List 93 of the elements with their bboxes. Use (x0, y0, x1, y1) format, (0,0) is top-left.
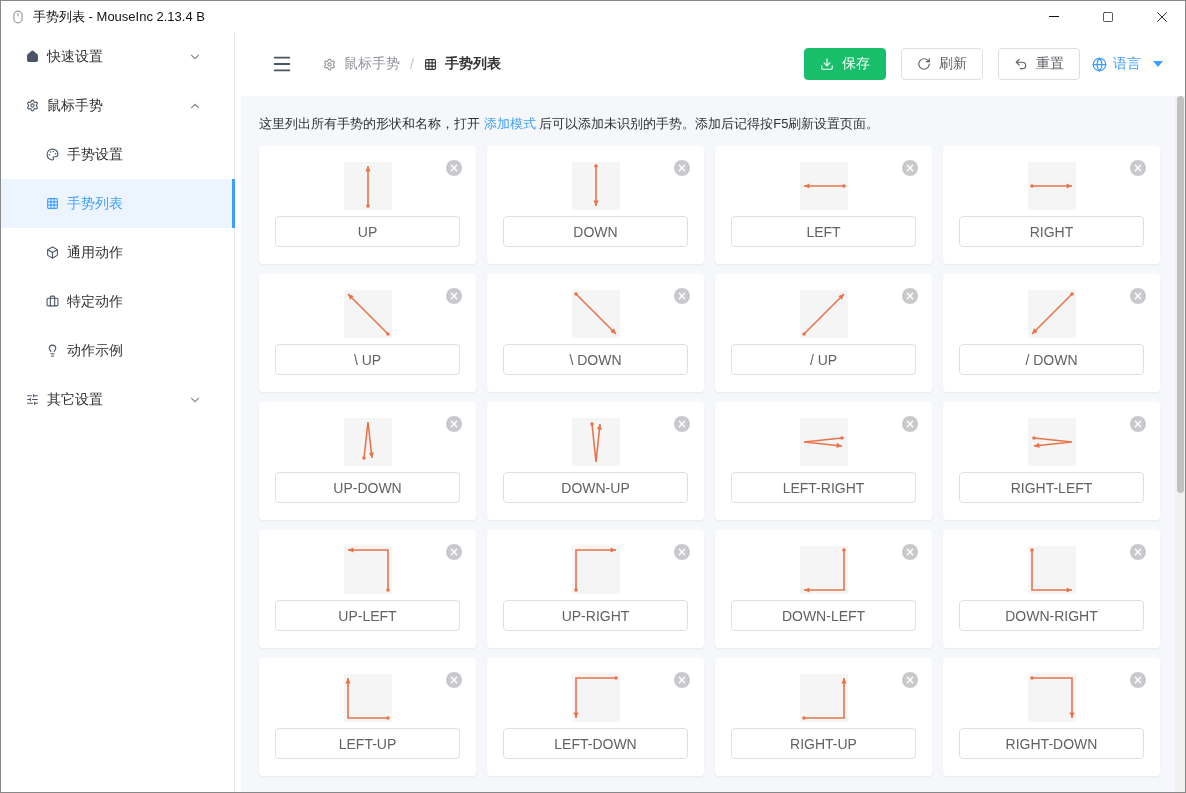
close-icon[interactable] (674, 160, 690, 176)
sidebar-item[interactable]: 手势设置 (1, 130, 235, 179)
sidebar-item[interactable]: 动作示例 (1, 326, 235, 375)
download-icon (820, 57, 834, 71)
briefcase-icon (46, 295, 59, 308)
gesture-name-field[interactable]: LEFT-UP (275, 728, 460, 759)
gesture-drawing (571, 162, 620, 210)
gesture-name-field[interactable]: DOWN-LEFT (731, 600, 916, 631)
toolbar-button[interactable]: 重置 (998, 48, 1080, 80)
sidebar-item[interactable]: 特定动作 (1, 277, 235, 326)
gesture-drawing (799, 674, 848, 722)
gesture-drawing (1027, 546, 1076, 594)
gesture-name-field[interactable]: UP (275, 216, 460, 247)
gesture-name-field[interactable]: / UP (731, 344, 916, 375)
gesture-drawing (343, 546, 392, 594)
close-icon[interactable] (1130, 544, 1146, 560)
gesture-name-field[interactable]: LEFT-DOWN (503, 728, 688, 759)
gesture-name-field[interactable]: / DOWN (959, 344, 1144, 375)
palette-icon (46, 148, 59, 161)
home-icon (26, 50, 39, 63)
notice-text: 这里列出所有手势的形状和名称，打开 添加模式 后可以添加未识别的手势。添加后记得按F5刷新设置页面。 (259, 115, 881, 133)
close-icon[interactable] (446, 288, 462, 304)
gesture-drawing (799, 290, 848, 338)
gesture-drawing (1027, 162, 1076, 210)
close-icon[interactable] (902, 544, 918, 560)
gesture-name-field[interactable]: UP-DOWN (275, 472, 460, 503)
gesture-name-field[interactable]: LEFT (731, 216, 916, 247)
close-icon[interactable] (902, 160, 918, 176)
grid-icon (423, 57, 437, 71)
close-icon[interactable] (1130, 672, 1146, 688)
globe-icon (1092, 56, 1107, 72)
close-icon[interactable] (902, 672, 918, 688)
gesture-drawing (1027, 674, 1076, 722)
gesture-drawing (1027, 418, 1076, 466)
gesture-drawing (343, 162, 392, 210)
sidebar-item[interactable]: 其它设置 (1, 375, 235, 424)
mouse-icon (11, 9, 25, 24)
gesture-name-field[interactable]: \ DOWN (503, 344, 688, 375)
gesture-name-field[interactable]: RIGHT-DOWN (959, 728, 1144, 759)
gesture-name-field[interactable]: DOWN-RIGHT (959, 600, 1144, 631)
settings-icon (323, 57, 336, 71)
lightbulb-icon (46, 344, 59, 357)
toolbar-button[interactable]: 刷新 (901, 48, 983, 80)
gesture-name-field[interactable]: DOWN-UP (503, 472, 688, 503)
gesture-drawing (1027, 290, 1076, 338)
sidebar-item[interactable]: 快速设置 (1, 32, 235, 81)
sidebar-item[interactable]: 通用动作 (1, 228, 235, 277)
breadcrumb-item[interactable]: 鼠标手势 (344, 55, 400, 73)
gesture-drawing (799, 546, 848, 594)
close-icon[interactable] (674, 544, 690, 560)
close-icon[interactable] (446, 160, 462, 176)
gesture-drawing (799, 162, 848, 210)
scrollbar-thumb[interactable] (1177, 96, 1184, 493)
close-icon[interactable] (674, 416, 690, 432)
sliders-icon (26, 393, 39, 406)
gesture-name-field[interactable]: \ UP (275, 344, 460, 375)
breadcrumb-separator: / (410, 56, 414, 72)
gesture-drawing (799, 418, 848, 466)
gesture-name-field[interactable]: RIGHT (959, 216, 1144, 247)
cube-icon (46, 246, 59, 259)
minimize-icon (1049, 16, 1059, 17)
close-icon[interactable] (446, 672, 462, 688)
gesture-name-field[interactable]: UP-RIGHT (503, 600, 688, 631)
close-icon[interactable] (902, 288, 918, 304)
gesture-drawing (571, 290, 620, 338)
close-icon[interactable] (446, 416, 462, 432)
close-icon[interactable] (674, 672, 690, 688)
gesture-drawing (343, 418, 392, 466)
gesture-name-field[interactable]: DOWN (503, 216, 688, 247)
close-icon[interactable] (1130, 288, 1146, 304)
gesture-name-field[interactable]: RIGHT-UP (731, 728, 916, 759)
close-icon[interactable] (1130, 160, 1146, 176)
gesture-drawing (571, 418, 620, 466)
close-icon[interactable] (902, 416, 918, 432)
gesture-drawing (571, 546, 620, 594)
undo-icon (1014, 57, 1028, 71)
gesture-drawing (571, 674, 620, 722)
refresh-icon (917, 57, 931, 71)
maximize-icon (1102, 10, 1114, 23)
gesture-name-field[interactable]: RIGHT-LEFT (959, 472, 1144, 503)
gesture-name-field[interactable]: LEFT-RIGHT (731, 472, 916, 503)
sidebar-item[interactable]: 鼠标手势 (1, 81, 235, 130)
close-icon[interactable] (674, 288, 690, 304)
gesture-name-field[interactable]: UP-LEFT (275, 600, 460, 631)
close-icon[interactable] (446, 544, 462, 560)
grid-icon (46, 197, 59, 210)
settings-icon (26, 99, 39, 112)
breadcrumb-item: 手势列表 (444, 55, 501, 73)
close-icon[interactable] (1130, 416, 1146, 432)
caret-icon (1153, 61, 1163, 67)
window-title: 手势列表 - MouseInc 2.13.4 B (33, 7, 206, 26)
gesture-drawing (343, 290, 392, 338)
gesture-drawing (343, 674, 392, 722)
